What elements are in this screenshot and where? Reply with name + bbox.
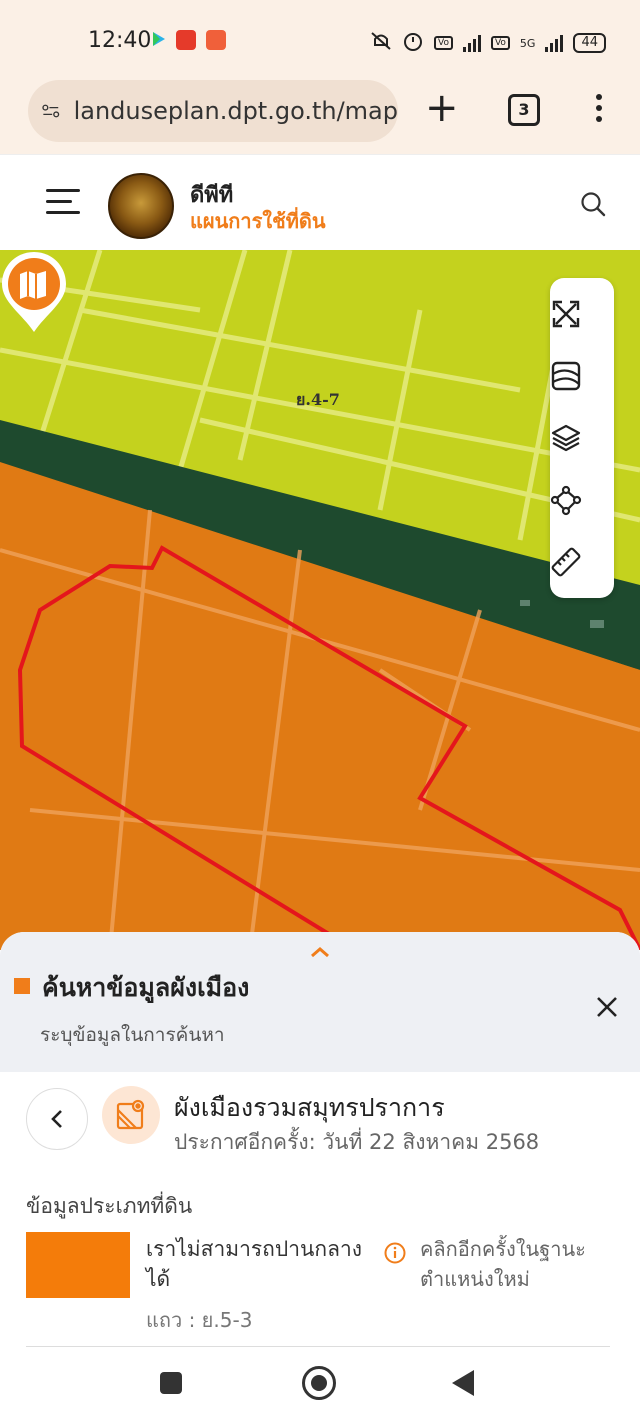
back-nav-button[interactable] [452, 1370, 474, 1396]
browser-toolbar: landuseplan.dpt.go.th/map + 3 [0, 80, 640, 154]
panel-title: ค้นหาข้อมูลผังเมือง [42, 973, 250, 1002]
home-button[interactable] [302, 1366, 336, 1400]
map-canvas[interactable] [0, 250, 640, 950]
chevron-left-icon[interactable] [27, 1089, 87, 1149]
landuse-color-swatch [26, 1232, 130, 1298]
new-tab-icon[interactable]: + [425, 88, 459, 128]
info-icon[interactable] [384, 1242, 406, 1264]
close-icon[interactable] [596, 996, 618, 1018]
menu-icon[interactable] [46, 189, 80, 222]
status-bar: 12:40 Vo Vo 5G 44 [0, 0, 640, 80]
app-notification-icon [176, 30, 196, 50]
network-type: 5G [519, 36, 536, 50]
measure-icon[interactable] [550, 546, 582, 578]
signal-icon [462, 34, 481, 52]
back-button[interactable] [26, 1088, 88, 1150]
more-menu-icon[interactable] [596, 94, 602, 127]
basemap-icon[interactable] [550, 360, 582, 392]
plan-title: ผังเมืองรวมสมุทรปราการ [174, 1093, 445, 1122]
tab-switcher-button[interactable]: 3 [508, 94, 540, 126]
recents-button[interactable] [160, 1372, 182, 1394]
search-panel: ค้นหาข้อมูลผังเมือง ระบุข้อมูลในการค้นหา… [0, 932, 640, 1422]
status-right-group: Vo Vo 5G 44 [370, 30, 606, 56]
map-view[interactable]: ย.4-7 [0, 250, 640, 950]
panel-header: ค้นหาข้อมูลผังเมือง ระบุข้อมูลในการค้นหา [0, 932, 640, 1072]
signal-5g-icon [545, 34, 564, 52]
system-nav-bar [0, 1350, 640, 1422]
zone-label: ย.4-7 [296, 390, 340, 409]
landuse-name: เราไม่สามารถปานกลางได้ [146, 1237, 362, 1291]
fullscreen-icon[interactable] [550, 298, 582, 330]
volte-icon: Vo [433, 36, 453, 50]
status-time: 12:40 [88, 28, 152, 53]
search-icon[interactable] [580, 191, 606, 217]
site-settings-icon[interactable] [42, 101, 60, 121]
shopee-icon [206, 30, 226, 50]
brand-subtitle: แผนการใช้ที่ดิน [190, 209, 326, 233]
landuse-row-label: แถว : ย.5-3 [146, 1308, 253, 1332]
map-marker-icon[interactable] [0, 250, 68, 334]
click-hint: คลิกอีกครั้งในฐานะตำแหน่งใหม่ [420, 1237, 586, 1291]
mute-icon [370, 31, 392, 55]
title-marker [14, 978, 30, 994]
plan-map-icon [102, 1086, 160, 1144]
site-header: ดีพีที แผนการใช้ที่ดิน [0, 154, 640, 251]
volte-icon-2: Vo [490, 36, 510, 50]
alarm-icon [402, 30, 424, 56]
layers-icon[interactable] [550, 422, 582, 454]
plan-date: ประกาศอีกครั้ง: วันที่ 22 สิงหาคม 2568 [174, 1130, 540, 1154]
dpt-logo[interactable] [108, 173, 174, 239]
draw-icon[interactable] [550, 484, 582, 516]
map-toolbar [550, 278, 614, 598]
landuse-section-title: ข้อมูลประเภทที่ดิน [26, 1194, 193, 1218]
battery-icon: 44 [573, 33, 606, 53]
panel-subtitle: ระบุข้อมูลในการค้นหา [40, 1024, 225, 1046]
address-bar[interactable]: landuseplan.dpt.go.th/map [28, 80, 398, 142]
divider [26, 1346, 610, 1347]
chevron-up-icon[interactable] [310, 946, 330, 958]
play-store-icon [150, 30, 170, 50]
url-text[interactable]: landuseplan.dpt.go.th/map [74, 97, 398, 125]
